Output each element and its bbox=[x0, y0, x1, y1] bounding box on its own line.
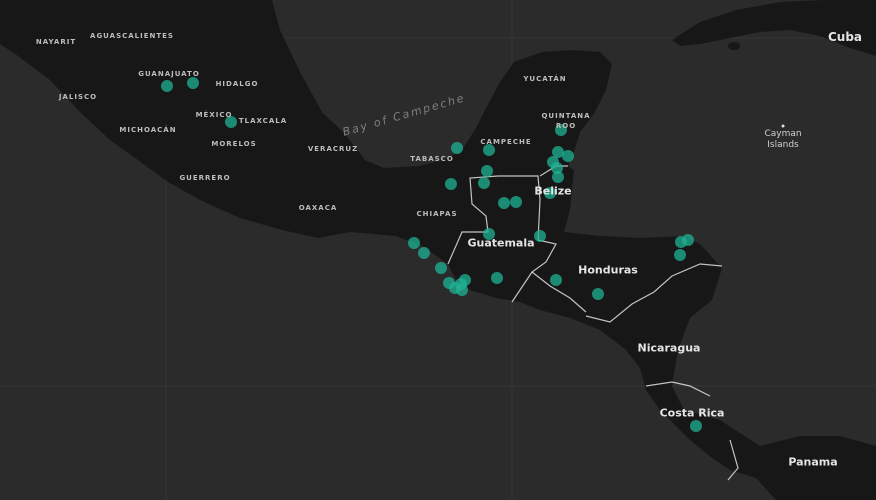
map[interactable]: NAYARIT AGUASCALIENTES GUANAJUATO HIDALG… bbox=[0, 0, 876, 500]
point[interactable] bbox=[498, 197, 510, 209]
point[interactable] bbox=[187, 77, 199, 89]
point[interactable] bbox=[408, 237, 420, 249]
point[interactable] bbox=[592, 288, 604, 300]
point[interactable] bbox=[491, 272, 503, 284]
point[interactable] bbox=[418, 247, 430, 259]
point[interactable] bbox=[552, 171, 564, 183]
point[interactable] bbox=[534, 230, 546, 242]
cayman-marker bbox=[781, 124, 785, 128]
point[interactable] bbox=[544, 187, 556, 199]
point[interactable] bbox=[690, 420, 702, 432]
point[interactable] bbox=[481, 165, 493, 177]
isla-juventud bbox=[728, 42, 740, 50]
point[interactable] bbox=[435, 262, 447, 274]
map-canvas bbox=[0, 0, 876, 500]
point[interactable] bbox=[682, 234, 694, 246]
point[interactable] bbox=[225, 116, 237, 128]
point[interactable] bbox=[445, 178, 457, 190]
point[interactable] bbox=[161, 80, 173, 92]
point[interactable] bbox=[510, 196, 522, 208]
point[interactable] bbox=[478, 177, 490, 189]
land-cuba bbox=[672, 0, 876, 56]
point[interactable] bbox=[562, 150, 574, 162]
point[interactable] bbox=[674, 249, 686, 261]
point[interactable] bbox=[456, 284, 468, 296]
point[interactable] bbox=[550, 274, 562, 286]
point[interactable] bbox=[483, 144, 495, 156]
land-mexico bbox=[0, 0, 612, 264]
point[interactable] bbox=[555, 124, 567, 136]
point[interactable] bbox=[451, 142, 463, 154]
point[interactable] bbox=[483, 228, 495, 240]
